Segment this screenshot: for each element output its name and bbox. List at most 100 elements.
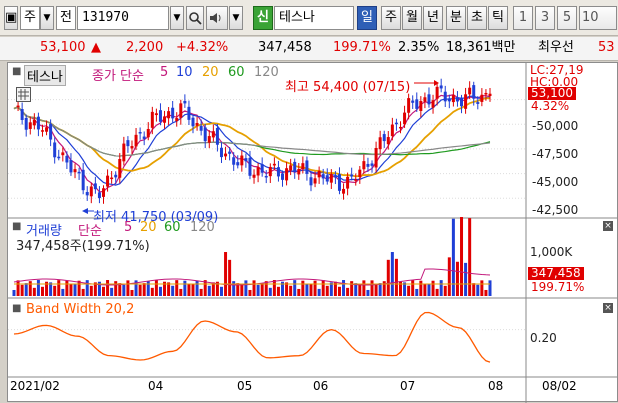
volume-bar — [268, 287, 272, 296]
volume-ratio: 199.71% — [333, 40, 391, 55]
price-change: 2,200 — [126, 40, 164, 55]
chart-area[interactable]: ■ 테스나 종가 단순 5 10 20 60 120 최고 54,400 (07… — [7, 62, 618, 403]
candle-body — [264, 175, 268, 178]
candle-body — [81, 169, 85, 191]
high-annotation: 최고 54,400 (07/15) — [285, 80, 411, 95]
candle-body — [20, 109, 24, 120]
candle-body — [236, 162, 240, 166]
interval-1-button[interactable]: 1 — [513, 6, 533, 30]
candle-body — [167, 111, 171, 119]
volume-bar — [317, 288, 321, 296]
stock-code-input[interactable]: 131970 — [77, 6, 169, 30]
candle-body — [382, 134, 386, 142]
candle-body — [97, 192, 101, 199]
candle-body — [398, 126, 402, 129]
volume-bar — [293, 280, 297, 296]
change-percent: +4.32% — [176, 40, 229, 55]
candle-body — [362, 161, 366, 170]
price-legend-type: 종가 단순 — [92, 69, 144, 84]
volume-bar — [114, 281, 118, 296]
volume-ratio-tag: 199.71% — [531, 280, 585, 294]
candle-body — [305, 160, 309, 174]
volume-bar — [252, 280, 256, 296]
trade-amount: 18,361백만 — [446, 40, 516, 55]
volume-bar — [337, 286, 341, 296]
volume-bar — [57, 280, 61, 296]
period-week-button[interactable]: 주 — [381, 6, 401, 30]
volume-bar — [110, 287, 114, 296]
volume-bar — [106, 280, 110, 296]
volume-close-icon[interactable]: × — [603, 221, 613, 231]
volume-bar — [346, 287, 350, 296]
volume-axis-label: 1,000K — [530, 245, 573, 259]
volume-bar — [272, 280, 276, 296]
candle-body — [358, 169, 362, 178]
volume-bar — [219, 286, 223, 296]
period-minute-button[interactable]: 분 — [446, 6, 466, 30]
volume-bar — [264, 281, 268, 296]
candle-body — [219, 147, 223, 158]
code-dropdown-icon[interactable]: ▼ — [170, 6, 184, 30]
speaker-dropdown-icon[interactable]: ▼ — [229, 6, 243, 30]
bw-legend[interactable]: Band Width 20,2 — [26, 302, 134, 317]
band-width-line — [13, 311, 491, 363]
period-month-button[interactable]: 월 — [402, 6, 422, 30]
candle-body — [232, 157, 236, 165]
volume-bar — [431, 280, 435, 296]
volume-bar — [244, 280, 248, 296]
volume-bar — [224, 252, 228, 296]
candle-body — [297, 169, 301, 175]
period-tick-button[interactable]: 틱 — [488, 6, 508, 30]
candle-body — [195, 122, 199, 126]
volume-bar — [260, 283, 264, 296]
vol-ma20-label: 20 — [140, 220, 157, 235]
volume-bar — [370, 280, 374, 296]
period-day-button[interactable]: 일 — [357, 6, 377, 30]
volume-bar — [321, 280, 325, 296]
candle-body — [146, 128, 150, 138]
volume-bar — [297, 288, 301, 296]
x-label-08: 08 — [488, 379, 504, 393]
interval-5-button[interactable]: 5 — [557, 6, 577, 30]
candle-body — [256, 167, 260, 176]
interval-10-button[interactable]: 10 — [579, 6, 617, 30]
volume-bar — [378, 283, 382, 296]
ma60-label: 60 — [228, 65, 245, 80]
candle-body — [346, 176, 350, 189]
price-legend-name[interactable]: 테스나 — [24, 65, 66, 86]
search-icon[interactable] — [186, 6, 204, 30]
chevron-down-icon[interactable]: ▼ — [40, 6, 54, 30]
jeon-button[interactable]: 전 — [56, 6, 76, 30]
volume-bar — [69, 283, 73, 296]
bw-axis-label: 0.20 — [530, 331, 557, 345]
window-icon[interactable]: ▣ — [4, 6, 18, 30]
period-year-button[interactable]: 년 — [423, 6, 443, 30]
bw-close-icon[interactable]: × — [603, 303, 613, 313]
candle-body — [325, 175, 329, 182]
volume-bar — [81, 288, 85, 296]
candle-body — [93, 183, 97, 190]
candle-body — [89, 186, 93, 197]
candle-body — [171, 107, 175, 119]
candle-body — [57, 156, 61, 159]
speaker-icon[interactable] — [206, 6, 228, 30]
period-second-button[interactable]: 초 — [467, 6, 487, 30]
volume-bar — [187, 283, 191, 296]
stock-name-field[interactable]: 테스나 — [274, 6, 354, 30]
volume-bar — [455, 261, 459, 296]
candle-body — [158, 110, 162, 122]
volume-bar — [443, 285, 447, 296]
volume-bar — [439, 280, 443, 296]
grid-icon[interactable] — [16, 87, 31, 102]
volume-bar — [179, 288, 183, 296]
candle-body — [24, 117, 28, 130]
interval-3-button[interactable]: 3 — [535, 6, 555, 30]
candle-body — [40, 130, 44, 132]
volume-bar — [427, 283, 431, 296]
candle-body — [102, 188, 106, 197]
volume-bar — [484, 289, 488, 296]
ma20-label: 20 — [202, 65, 219, 80]
candle-body — [16, 105, 20, 108]
period-type-select[interactable]: 주 — [20, 6, 40, 30]
y-tick-45000: -45,000 — [532, 175, 579, 189]
